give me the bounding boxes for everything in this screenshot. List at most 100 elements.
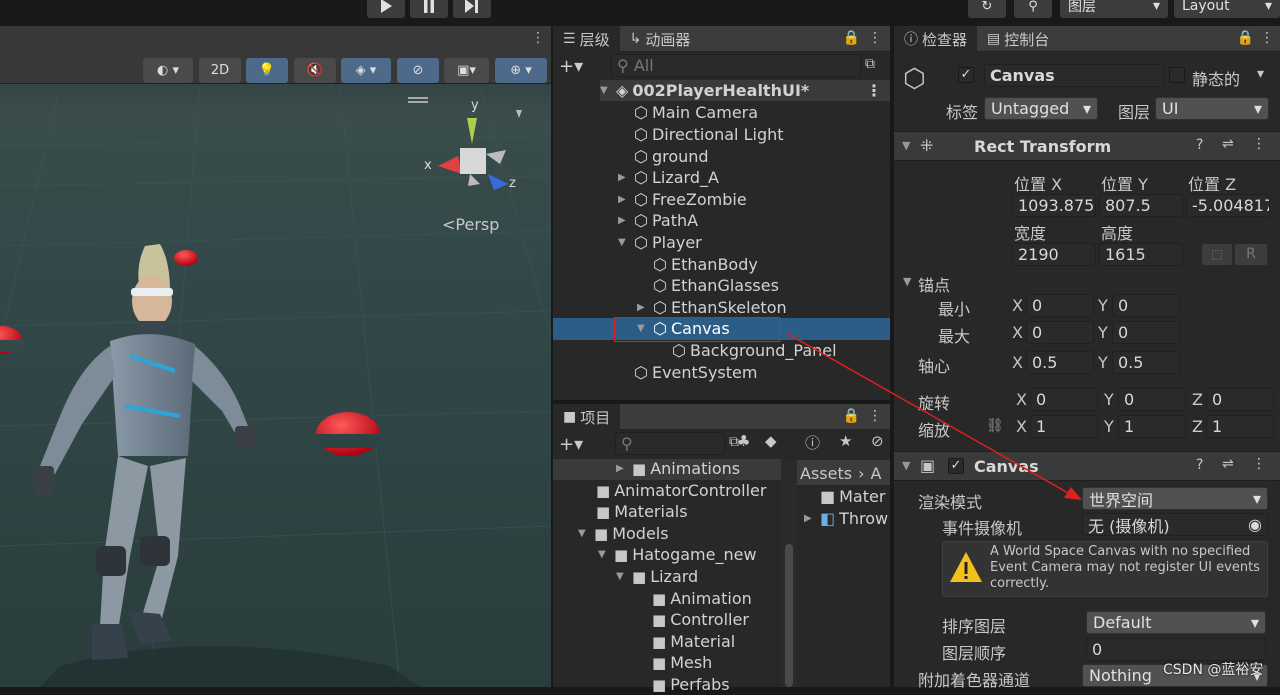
pos-x-input[interactable]: 1093.875 — [1012, 194, 1096, 217]
project-folder-item[interactable]: ▼ ■ Models — [578, 523, 669, 544]
axis-z-label[interactable]: Z — [1192, 390, 1203, 409]
2d-toggle-button[interactable]: 2D — [199, 58, 241, 83]
max-y-input[interactable]: 0 — [1112, 321, 1180, 344]
expand-arrow-icon[interactable]: ▶ — [618, 172, 630, 183]
project-folder-item[interactable]: ■ Mesh — [652, 652, 712, 673]
play-button[interactable] — [367, 0, 405, 18]
audio-toggle-icon[interactable]: 🔇 — [294, 58, 336, 83]
more-icon[interactable]: ⋮ — [868, 30, 882, 46]
hierarchy-item[interactable]: ▼ ⬡ Player — [618, 232, 702, 253]
expand-arrow-icon[interactable]: ▶ — [637, 302, 649, 313]
favorite-icon[interactable]: ★ — [839, 432, 852, 450]
project-folder-item[interactable]: ■ Material — [652, 631, 735, 652]
pivot-x-input[interactable]: 0.5 — [1026, 351, 1094, 374]
expand-arrow-icon[interactable]: ▶ — [618, 194, 630, 205]
static-checkbox[interactable] — [1169, 67, 1185, 83]
static-dropdown-icon[interactable]: ▾ — [1257, 66, 1264, 82]
hierarchy-item[interactable]: ⬡ Main Camera — [634, 102, 758, 123]
tab-console[interactable]: ▤ 控制台 — [977, 26, 1059, 52]
height-input[interactable]: 1615 — [1099, 243, 1183, 266]
tag-dropdown[interactable]: Untagged ▾ — [984, 97, 1098, 120]
pos-y-input[interactable]: 807.5 — [1099, 194, 1183, 217]
canvas-enabled-checkbox[interactable]: ✓ — [948, 458, 964, 474]
project-folder-item[interactable]: ■ Perfabs — [652, 674, 730, 695]
pause-button[interactable] — [410, 0, 448, 18]
hierarchy-item[interactable]: ⬡ EthanBody — [653, 254, 758, 275]
hierarchy-item[interactable]: ▼ ⬡ Canvas — [637, 318, 730, 339]
expand-arrow-icon[interactable]: ▼ — [637, 323, 649, 334]
axis-y-label[interactable]: Y — [1098, 296, 1108, 315]
breadcrumb-assets[interactable]: Assets — [800, 464, 852, 483]
hidden-packages-icon[interactable]: ⊘ — [871, 432, 884, 450]
scene-root-row[interactable]: ▼ ◈ 002PlayerHealthUI* ⋮ — [600, 80, 890, 101]
tab-hierarchy[interactable]: ☰ 层级 — [553, 26, 620, 52]
project-search-input[interactable]: ⚲ — [615, 432, 725, 455]
persp-label[interactable]: <Persp — [442, 215, 499, 234]
active-checkbox[interactable]: ✓ — [958, 67, 974, 83]
expand-arrow-icon[interactable]: ▶ — [616, 463, 628, 474]
hierarchy-item[interactable]: ⬡ EventSystem — [634, 362, 757, 383]
collapse-arrow-icon[interactable]: ▼ — [902, 459, 910, 472]
hierarchy-search-input[interactable]: ⚲ All — [611, 54, 861, 77]
layers-dropdown[interactable]: 图层 ▾ — [1060, 0, 1168, 18]
lock-icon[interactable]: 🔒 — [843, 408, 860, 424]
shading-mode-button[interactable]: ◐ ▾ — [143, 58, 193, 83]
hierarchy-item[interactable]: ⬡ EthanGlasses — [653, 275, 779, 296]
scene-view[interactable]: y x z <Persp — [0, 26, 551, 687]
breadcrumb-path[interactable]: Assets › A — [800, 460, 890, 486]
constrain-proportions-icon[interactable]: ⛓ — [986, 418, 1004, 434]
axis-x-label[interactable]: X — [1012, 353, 1023, 372]
expand-arrow-icon[interactable]: ▼ — [616, 571, 628, 582]
hierarchy-item[interactable]: ▶ ⬡ FreeZombie — [618, 189, 747, 210]
scale-y-input[interactable]: 1 — [1118, 415, 1186, 438]
scale-x-input[interactable]: 1 — [1030, 415, 1098, 438]
pos-z-input[interactable]: -5.004817 — [1186, 194, 1270, 217]
axis-z-label[interactable]: Z — [1192, 417, 1203, 436]
presets-icon[interactable]: ⇌ — [1222, 456, 1234, 472]
asset-item[interactable]: ▶ ◧ Throw — [804, 508, 888, 529]
axis-x-label[interactable]: X — [1016, 417, 1027, 436]
project-folder-item[interactable]: ▶ ■ Animations — [616, 458, 740, 479]
rot-z-input[interactable]: 0 — [1206, 388, 1274, 411]
filter-label-icon[interactable]: ◆ — [765, 432, 777, 450]
project-folder-item[interactable]: ■ Controller — [652, 609, 749, 630]
lock-icon[interactable]: 🔒 — [843, 30, 860, 46]
lock-icon[interactable]: 🔒 — [1237, 30, 1254, 46]
expand-arrow-icon[interactable]: ▶ — [618, 215, 630, 226]
min-y-input[interactable]: 0 — [1112, 294, 1180, 317]
more-icon[interactable]: ⋮ — [1252, 136, 1266, 152]
filter-type-icon[interactable]: ♣ — [737, 432, 750, 450]
blueprint-mode-icon[interactable]: ⬚ — [1201, 243, 1233, 266]
hierarchy-item[interactable]: ▶ ⬡ EthanSkeleton — [637, 297, 787, 318]
step-button[interactable] — [453, 0, 491, 18]
max-x-input[interactable]: 0 — [1026, 321, 1094, 344]
axis-y-label[interactable]: Y — [1104, 417, 1114, 436]
hierarchy-item[interactable]: ⬡ ground — [634, 146, 709, 167]
axis-x-label[interactable]: X — [1012, 323, 1023, 342]
order-in-layer-input[interactable]: 0 — [1086, 638, 1266, 661]
width-input[interactable]: 2190 — [1012, 243, 1096, 266]
axis-y-label[interactable]: Y — [1104, 390, 1114, 409]
more-icon[interactable]: ⋮ — [1252, 456, 1266, 472]
more-icon[interactable]: ⋮ — [866, 81, 890, 100]
project-folder-item[interactable]: ▼ ■ Hatogame_new — [598, 544, 757, 565]
rot-x-input[interactable]: 0 — [1030, 388, 1098, 411]
expand-arrow-icon[interactable]: ▼ — [598, 549, 610, 560]
expand-search-icon[interactable]: ⧉ — [865, 56, 875, 72]
more-icon[interactable]: ⋮ — [1260, 30, 1274, 46]
warning-filter-icon[interactable]: ⓘ — [805, 432, 820, 453]
rot-y-input[interactable]: 0 — [1118, 388, 1186, 411]
asset-item[interactable]: ■ Mater — [804, 486, 885, 507]
axis-x-label[interactable]: X — [1012, 296, 1023, 315]
breadcrumb-next[interactable]: A — [870, 464, 881, 483]
render-mode-dropdown[interactable]: 世界空间 ▾ — [1082, 487, 1268, 510]
hierarchy-item[interactable]: ⬡ Directional Light — [634, 124, 784, 145]
scale-z-input[interactable]: 1 — [1206, 415, 1274, 438]
help-icon[interactable]: ? — [1196, 457, 1203, 473]
collapse-arrow-icon[interactable]: ▼ — [902, 139, 910, 152]
visibility-toggle-icon[interactable]: ⊘ — [397, 58, 439, 83]
tab-animator[interactable]: ↳ 动画器 — [620, 26, 701, 52]
project-folder-item[interactable]: ■ AnimatorController — [596, 480, 766, 501]
axis-x-label[interactable]: X — [1016, 390, 1027, 409]
project-folder-item[interactable]: ▼ ■ Lizard — [616, 566, 698, 587]
